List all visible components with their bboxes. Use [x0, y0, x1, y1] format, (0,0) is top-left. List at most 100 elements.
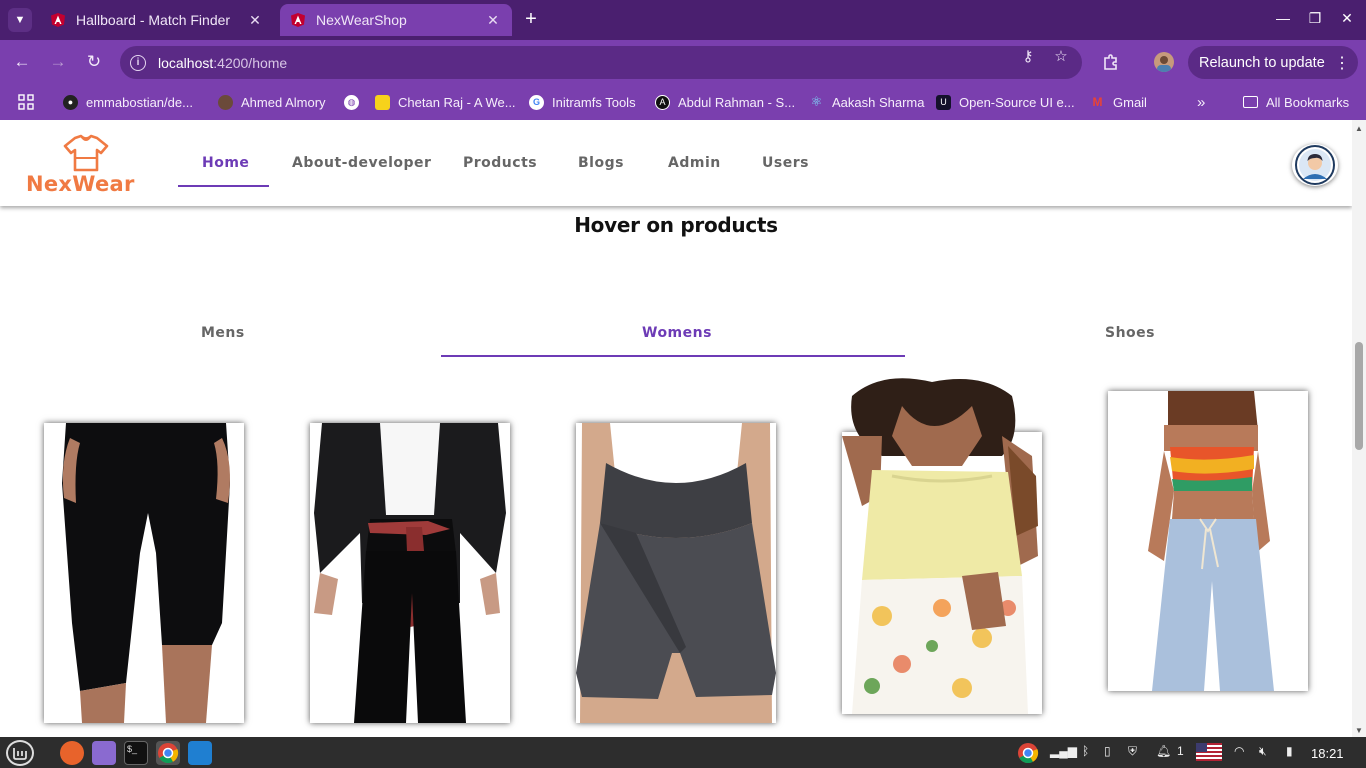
tab-mens[interactable]: Mens: [201, 325, 245, 341]
logo-text: NexWear: [26, 172, 135, 196]
all-bookmarks-folder[interactable]: All Bookmarks: [1243, 93, 1349, 111]
nav-about-developer[interactable]: About-developer: [292, 155, 431, 171]
new-tab-plus-icon[interactable]: +: [520, 8, 542, 32]
nav-home[interactable]: Home: [202, 155, 249, 171]
clock: 18:21: [1311, 746, 1344, 761]
tab-womens[interactable]: Womens: [642, 325, 712, 341]
more-bookmarks-chevron-icon[interactable]: »: [1197, 93, 1205, 111]
react-atom-icon: ⚛: [810, 94, 823, 109]
bookmarks-bar: ● emmabostian/de... Ahmed Almory ◍ Cheta…: [0, 84, 1366, 120]
bookmark-star-icon[interactable]: ☆: [1052, 48, 1070, 66]
tshirt-logo-icon: [63, 134, 109, 172]
tab-shoes[interactable]: Shoes: [1105, 325, 1155, 341]
person-avatar-icon: [218, 94, 233, 110]
scrollbar-thumb[interactable]: [1355, 342, 1363, 450]
browser-toolbar: ← → ↻ i localhost:4200/home ⚷ ☆ Relaunch…: [0, 40, 1366, 84]
nav-admin[interactable]: Admin: [668, 155, 721, 171]
section-title: Hover on products: [574, 213, 778, 237]
scroll-up-arrow-icon[interactable]: ▲: [1355, 124, 1363, 133]
firefox-icon[interactable]: [60, 741, 84, 765]
folder-icon: [1243, 96, 1258, 108]
bookmark-item[interactable]: Chetan Raj - A We...: [375, 93, 516, 111]
angular-favicon-icon: [51, 13, 65, 27]
product-image: [576, 423, 776, 723]
back-arrow-icon[interactable]: ←: [10, 50, 34, 74]
nav-blogs[interactable]: Blogs: [578, 155, 624, 171]
scroll-down-arrow-icon[interactable]: ▼: [1355, 726, 1363, 735]
product-card[interactable]: [1108, 391, 1308, 691]
angular-favicon-icon: [291, 13, 305, 27]
bookmark-item[interactable]: Ahmed Almory: [218, 93, 326, 111]
os-taskbar: $_ ▂▄▆ ᛒ ▯ ⛨ 🔔︎ 1 ◠ 🔇︎ ▮ 18:21: [0, 737, 1366, 768]
notification-count: 1: [1177, 744, 1184, 758]
bookmark-item[interactable]: ⚛ Aakash Sharma: [809, 93, 925, 111]
bookmark-item[interactable]: A Abdul Rahman - S...: [655, 93, 795, 111]
site-info-icon[interactable]: i: [130, 54, 146, 71]
gmail-icon: M: [1092, 95, 1103, 109]
minimize-window-icon[interactable]: —: [1272, 10, 1294, 30]
wifi-icon[interactable]: ◠: [1234, 744, 1244, 758]
product-image: [842, 378, 1038, 714]
nexwear-logo[interactable]: NexWear: [26, 134, 146, 198]
nav-products[interactable]: Products: [463, 155, 537, 171]
relaunch-to-update-button[interactable]: Relaunch to update ⋮: [1188, 46, 1358, 79]
tab-title: Hallboard - Match Finder: [76, 12, 231, 28]
browser-menu-icon[interactable]: ⋮: [1334, 53, 1350, 73]
system-monitor-icon[interactable]: ▂▄▆: [1050, 744, 1077, 758]
page-viewport: NexWear Home About-developer Products Bl…: [0, 120, 1352, 737]
close-tab-icon[interactable]: ✕: [484, 12, 502, 29]
product-image: [310, 423, 510, 723]
product-card[interactable]: [576, 423, 776, 723]
bookmark-item[interactable]: G Initramfs Tools: [529, 93, 636, 111]
chrome-taskbar-icon[interactable]: [156, 741, 180, 765]
bookmark-item[interactable]: U Open-Source UI e...: [936, 93, 1075, 111]
ui-logo-icon: U: [936, 94, 951, 110]
product-card[interactable]: [842, 378, 1042, 714]
restore-window-icon[interactable]: ❐: [1304, 10, 1326, 30]
github-icon: ●: [63, 94, 78, 110]
yellow-square-icon: [375, 94, 390, 110]
shield-icon[interactable]: ⛨: [1128, 744, 1137, 759]
chrome-tray-icon[interactable]: [1016, 741, 1040, 765]
site-header: NexWear Home About-developer Products Bl…: [0, 120, 1352, 206]
nav-users[interactable]: Users: [762, 155, 809, 171]
url-text[interactable]: localhost:4200/home: [158, 55, 287, 71]
clipboard-icon[interactable]: ▯: [1104, 744, 1111, 758]
volume-muted-icon[interactable]: 🔇︎: [1259, 744, 1267, 759]
bookmark-item[interactable]: M Gmail: [1090, 93, 1147, 111]
address-bar[interactable]: i localhost:4200/home: [120, 46, 1082, 79]
tab-title: NexWearShop: [316, 12, 407, 28]
password-key-icon[interactable]: ⚷: [1019, 48, 1037, 66]
browser-tab-strip: ▼ Hallboard - Match Finder ✕ NexWearShop…: [0, 0, 1366, 40]
notifications-icon[interactable]: 🔔︎: [1156, 744, 1171, 758]
page-scrollbar[interactable]: ▲ ▼: [1352, 120, 1366, 737]
profile-avatar[interactable]: [1154, 52, 1174, 72]
close-window-icon[interactable]: ✕: [1336, 10, 1358, 30]
tab-search-chevron-icon[interactable]: ▼: [8, 8, 32, 32]
forward-arrow-icon[interactable]: →: [46, 50, 70, 74]
bookmark-item[interactable]: ◍: [344, 93, 367, 111]
browser-tab-hallboard[interactable]: Hallboard - Match Finder ✕: [40, 4, 274, 36]
vscode-icon[interactable]: [188, 741, 212, 765]
product-card[interactable]: [44, 423, 244, 723]
files-folder-icon[interactable]: [92, 741, 116, 765]
close-tab-icon[interactable]: ✕: [246, 12, 264, 29]
extensions-puzzle-icon[interactable]: [1102, 53, 1120, 71]
us-flag-keyboard-icon[interactable]: [1196, 743, 1222, 761]
bluetooth-icon[interactable]: ᛒ: [1082, 744, 1089, 758]
user-avatar-icon: [1295, 145, 1335, 185]
mint-menu-icon[interactable]: [6, 740, 34, 766]
terminal-icon[interactable]: $_: [124, 741, 148, 765]
user-avatar-button[interactable]: [1292, 144, 1338, 186]
apps-grid-icon[interactable]: [18, 93, 34, 111]
bookmark-item[interactable]: ● emmabostian/de...: [63, 93, 193, 111]
relaunch-label: Relaunch to update: [1199, 54, 1325, 71]
browser-tab-nexwearshop[interactable]: NexWearShop ✕: [280, 4, 512, 36]
battery-icon[interactable]: ▮: [1286, 744, 1293, 758]
reload-icon[interactable]: ↻: [82, 50, 106, 74]
active-category-indicator: [441, 355, 905, 357]
globe-icon: ◍: [344, 94, 359, 110]
google-icon: G: [529, 94, 544, 110]
product-card[interactable]: [310, 423, 510, 723]
a-logo-icon: A: [655, 94, 670, 110]
